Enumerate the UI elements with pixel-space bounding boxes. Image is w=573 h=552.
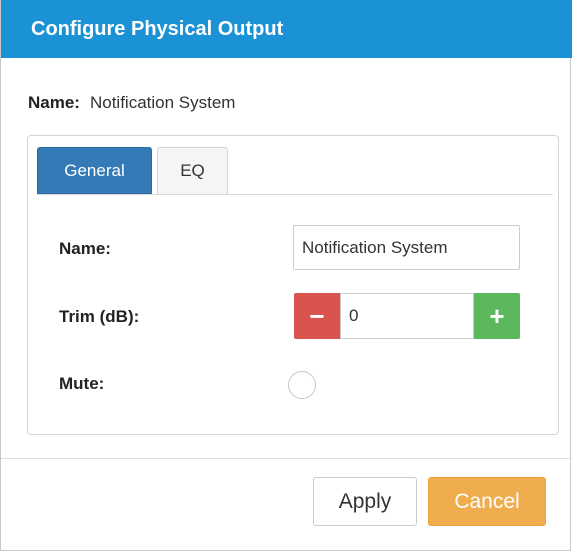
trim-stepper: − + bbox=[294, 293, 520, 339]
trim-decrement-button[interactable]: − bbox=[294, 293, 340, 339]
cancel-button[interactable]: Cancel bbox=[428, 477, 546, 526]
apply-button[interactable]: Apply bbox=[313, 477, 417, 526]
output-name-row: Name: Notification System bbox=[28, 93, 235, 113]
name-field-label: Name: bbox=[59, 239, 111, 258]
output-name-value: Notification System bbox=[89, 93, 236, 112]
output-name-label: Name: bbox=[28, 93, 80, 112]
configure-output-dialog: Configure Physical Output Name: Notificat… bbox=[0, 0, 572, 551]
settings-panel: General EQ Name: Trim (dB): − + Mute: bbox=[27, 135, 559, 435]
mute-toggle[interactable] bbox=[288, 371, 316, 399]
trim-input[interactable] bbox=[340, 293, 474, 339]
name-input[interactable] bbox=[293, 225, 520, 270]
dialog-header: Configure Physical Output bbox=[1, 0, 572, 58]
trim-increment-button[interactable]: + bbox=[474, 293, 520, 339]
footer-divider bbox=[1, 458, 572, 459]
mute-field-label: Mute: bbox=[59, 374, 105, 393]
trim-field-label: Trim (dB): bbox=[59, 307, 140, 326]
tab-general[interactable]: General bbox=[37, 147, 152, 194]
tab-eq[interactable]: EQ bbox=[157, 147, 228, 194]
tab-strip: General EQ bbox=[37, 147, 553, 195]
dialog-title: Configure Physical Output bbox=[31, 18, 284, 40]
